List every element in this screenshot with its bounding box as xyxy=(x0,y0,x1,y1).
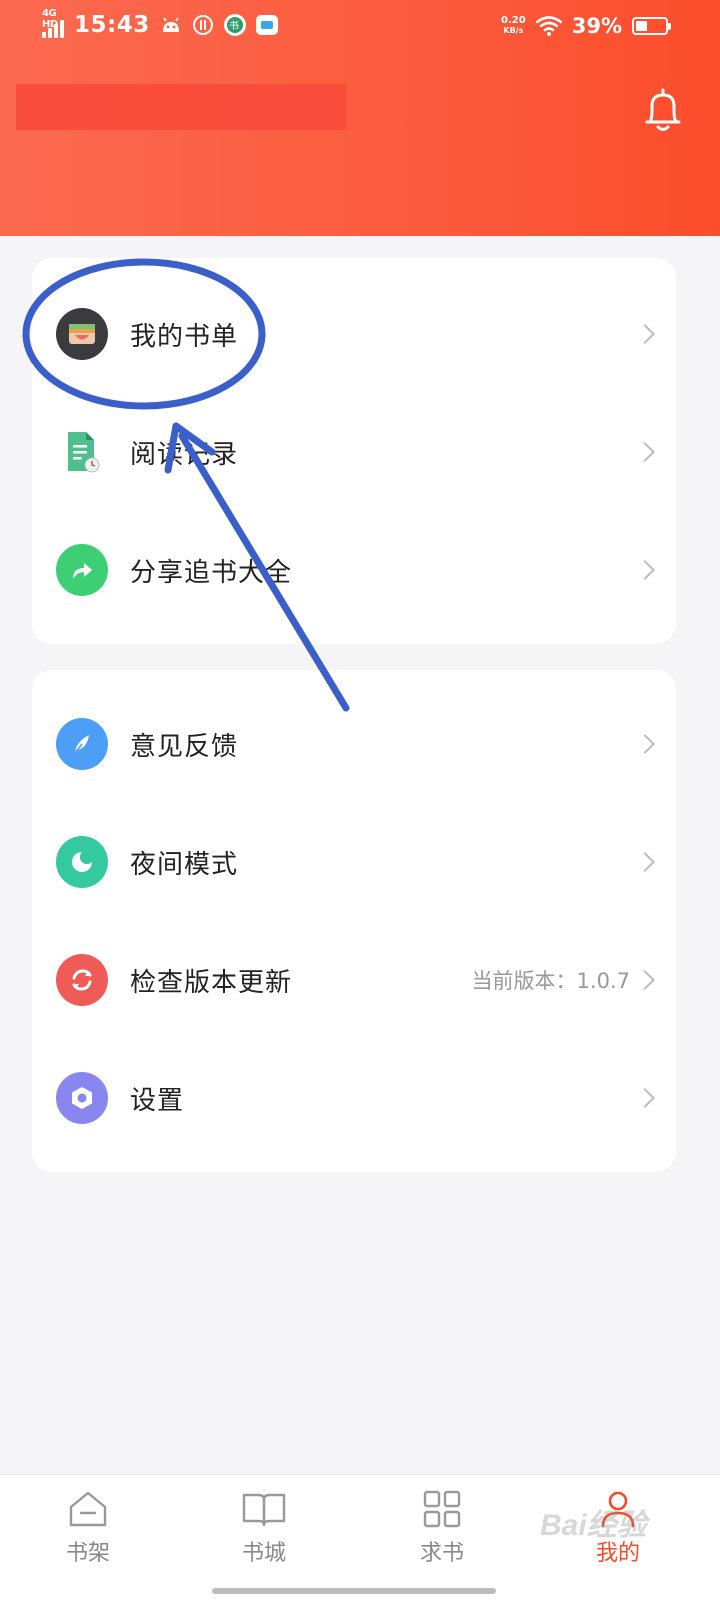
nav-label: 求书 xyxy=(419,1541,464,1566)
nav-label: 书城 xyxy=(241,1541,286,1566)
menu-item-label: 我的书单 xyxy=(130,321,239,352)
chevron-right-icon xyxy=(635,852,655,872)
menu-item-my-booklist[interactable]: 我的书单 xyxy=(32,284,676,384)
chevron-right-icon xyxy=(635,970,655,990)
profile-header: 4G HD 15:43 书 0.20 KB/s 39% xyxy=(0,0,720,236)
request-book-icon xyxy=(423,1490,461,1528)
network-speed: 0.20 KB/s xyxy=(501,16,526,36)
settings-icon xyxy=(56,1072,108,1124)
menu-item-label: 分享追书大全 xyxy=(130,557,293,588)
nav-label: 书架 xyxy=(65,1541,110,1566)
share-icon xyxy=(56,544,108,596)
notification-app-icon xyxy=(160,14,182,36)
notification-app-icon xyxy=(255,15,278,35)
menu-item-share[interactable]: 分享追书大全 xyxy=(32,520,676,620)
bookshelf-icon xyxy=(69,1491,107,1527)
chevron-right-icon xyxy=(635,734,655,754)
notification-bell-icon[interactable] xyxy=(642,86,684,134)
notification-app-icon: 书 xyxy=(223,14,246,36)
chevron-right-icon xyxy=(635,1088,655,1108)
menu-item-label: 阅读记录 xyxy=(130,439,239,470)
battery-icon xyxy=(632,17,671,35)
home-indicator[interactable] xyxy=(212,1588,496,1594)
chevron-right-icon xyxy=(635,442,655,462)
update-icon xyxy=(56,954,108,1006)
book-list-icon xyxy=(56,308,108,360)
speed-value: 0.20 xyxy=(501,15,526,26)
reading-record-icon xyxy=(56,426,108,478)
menu-item-label: 意见反馈 xyxy=(130,731,239,762)
nav-tab-bookstore[interactable]: 书城 xyxy=(204,1489,324,1589)
menu-card-secondary: 意见反馈 夜间模式 检查版本更新 当前版本：1.0.7 设置 xyxy=(32,670,676,1172)
menu-item-label: 设置 xyxy=(130,1085,185,1116)
network-type: 4G HD xyxy=(42,8,58,30)
menu-item-label: 夜间模式 xyxy=(130,849,239,880)
menu-item-settings[interactable]: 设置 xyxy=(32,1048,676,1148)
menu-item-reading-record[interactable]: 阅读记录 xyxy=(32,402,676,502)
menu-item-night-mode[interactable]: 夜间模式 xyxy=(32,812,676,912)
night-mode-icon xyxy=(56,836,108,888)
menu-item-feedback[interactable]: 意见反馈 xyxy=(32,694,676,794)
bookstore-icon xyxy=(242,1493,286,1527)
feedback-icon xyxy=(56,718,108,770)
menu-item-label: 检查版本更新 xyxy=(130,967,293,998)
status-time: 15:43 xyxy=(74,12,150,38)
status-bar: 4G HD 15:43 书 0.20 KB/s 39% xyxy=(0,0,720,58)
wifi-icon xyxy=(535,16,562,36)
signal-icon: 4G HD xyxy=(42,8,64,38)
speed-unit: KB/s xyxy=(503,26,524,35)
notification-app-icon xyxy=(192,14,214,36)
svg-text:书: 书 xyxy=(229,20,239,32)
current-version-text: 当前版本：1.0.7 xyxy=(471,969,630,993)
menu-card-primary: 我的书单 阅读记录 分享追书大全 xyxy=(32,258,676,644)
watermark: Bai经验 xyxy=(540,1509,647,1542)
chevron-right-icon xyxy=(635,560,655,580)
nav-tab-request-book[interactable]: 求书 xyxy=(382,1489,502,1589)
redacted-username xyxy=(16,84,346,130)
battery-percent: 39% xyxy=(571,14,622,38)
menu-item-check-update[interactable]: 检查版本更新 当前版本：1.0.7 xyxy=(32,930,676,1030)
chevron-right-icon xyxy=(635,324,655,344)
nav-tab-bookshelf[interactable]: 书架 xyxy=(28,1489,148,1589)
